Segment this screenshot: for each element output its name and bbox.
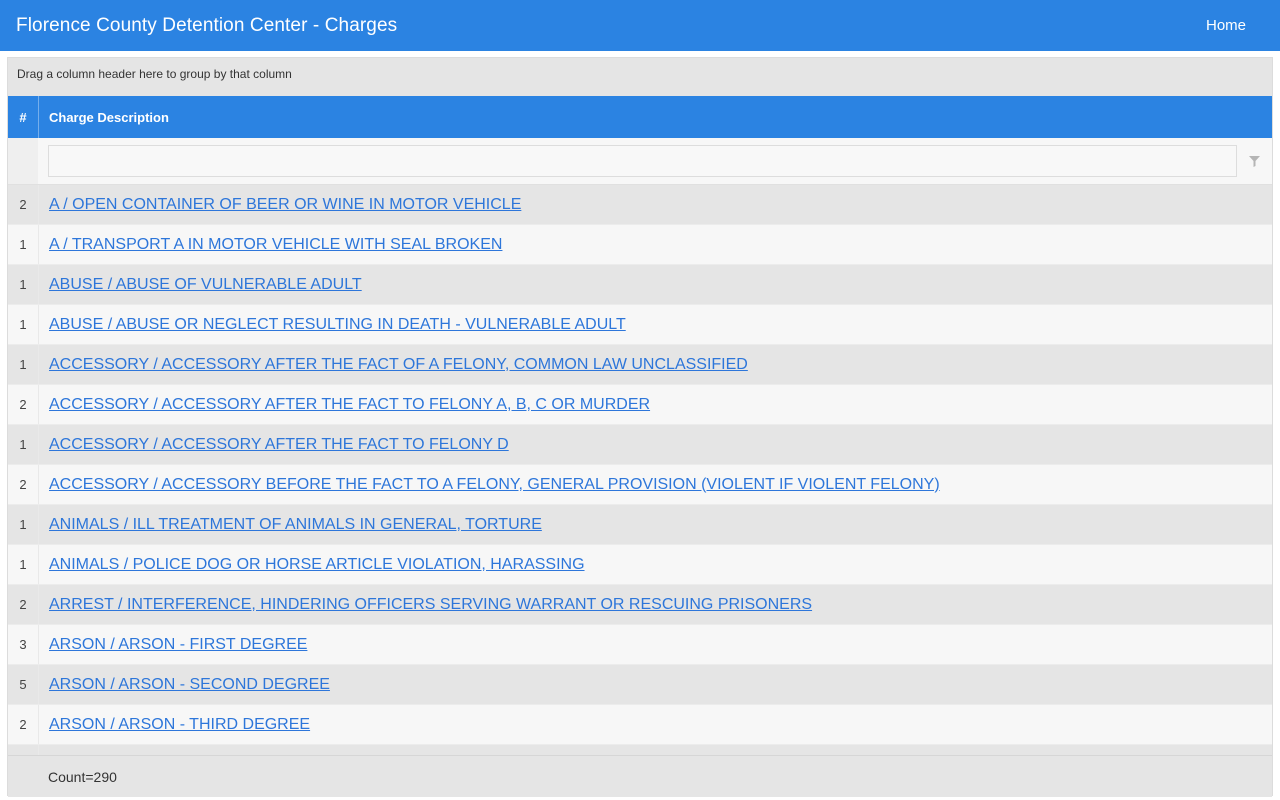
charge-description-link[interactable]: ACCESSORY / ACCESSORY AFTER THE FACT OF … [39, 356, 748, 374]
charge-count-cell: 1 [19, 357, 27, 372]
charge-description-link[interactable]: ARSON / ARSON - SECOND DEGREE [39, 676, 330, 694]
charge-count-cell: 2 [19, 477, 27, 492]
charge-count-cell: 5 [19, 677, 27, 692]
table-row: 2 A / OPEN CONTAINER OF BEER OR WINE IN M… [8, 185, 1272, 225]
charge-count-cell: 1 [19, 557, 27, 572]
charge-description-link[interactable]: A / TRANSPORT A IN MOTOR VEHICLE WITH SE… [39, 236, 502, 254]
charge-count-cell: 2 [19, 197, 27, 212]
charge-count-cell: 1 [19, 317, 27, 332]
charge-description-link[interactable]: ANIMALS / POLICE DOG OR HORSE ARTICLE VI… [39, 556, 585, 574]
charge-count-cell: 3 [19, 637, 27, 652]
charge-count-cell: 1 [19, 237, 27, 252]
charge-count-cell: 2 [19, 717, 27, 732]
grid-footer: Count=290 [8, 755, 1272, 797]
charge-description-link[interactable]: ACCESSORY / ACCESSORY BEFORE THE FACT TO… [39, 476, 940, 494]
charge-description-link[interactable]: ANIMALS / ILL TREATMENT OF ANIMALS IN GE… [39, 516, 542, 534]
table-row: 1 A / TRANSPORT A IN MOTOR VEHICLE WITH S… [8, 225, 1272, 265]
group-panel[interactable]: Drag a column header here to group by th… [8, 58, 1272, 96]
table-row: 1 ANIMALS / ILL TREATMENT OF ANIMALS IN G… [8, 505, 1272, 545]
charge-description-link[interactable]: ARREST / INTERFERENCE, HINDERING OFFICER… [39, 596, 812, 614]
table-row: 2 ACCESSORY / ACCESSORY BEFORE THE FACT T… [8, 465, 1272, 505]
record-count: Count=290 [48, 768, 117, 785]
charge-description-link[interactable]: ABUSE / ABUSE OR NEGLECT RESULTING IN DE… [39, 316, 626, 334]
charge-count-cell: 2 [19, 397, 27, 412]
column-divider [38, 745, 39, 755]
charge-count-cell: 2 [19, 597, 27, 612]
app-title: Florence County Detention Center - Charg… [16, 14, 398, 36]
grid-header-row: # Charge Description [8, 96, 1272, 138]
description-filter-input[interactable] [48, 145, 1237, 177]
table-row: 2 ARSON / ARSON - THIRD DEGREE [8, 705, 1272, 745]
grid-rows: 2 A / OPEN CONTAINER OF BEER OR WINE IN M… [8, 185, 1272, 755]
charge-description-link[interactable]: ARSON / ARSON - THIRD DEGREE [39, 716, 310, 734]
table-row [8, 745, 1272, 755]
charge-count-cell: 1 [19, 277, 27, 292]
charges-grid: Drag a column header here to group by th… [7, 57, 1273, 797]
table-row: 5 ARSON / ARSON - SECOND DEGREE [8, 665, 1272, 705]
charge-description-link[interactable]: ARSON / ARSON - FIRST DEGREE [39, 636, 307, 654]
table-row: 2 ACCESSORY / ACCESSORY AFTER THE FACT TO… [8, 385, 1272, 425]
table-row: 1 ACCESSORY / ACCESSORY AFTER THE FACT OF… [8, 345, 1272, 385]
group-panel-hint: Drag a column header here to group by th… [17, 67, 292, 81]
charge-count-cell: 1 [19, 437, 27, 452]
column-header-description[interactable]: Charge Description [39, 110, 1272, 125]
charge-count-cell: 1 [19, 517, 27, 532]
charge-description-link[interactable]: A / OPEN CONTAINER OF BEER OR WINE IN MO… [39, 196, 521, 214]
filter-row [8, 138, 1272, 185]
charge-description-link[interactable]: ACCESSORY / ACCESSORY AFTER THE FACT TO … [39, 396, 650, 414]
charge-description-link[interactable]: ACCESSORY / ACCESSORY AFTER THE FACT TO … [39, 436, 509, 454]
charge-description-link[interactable]: ABUSE / ABUSE OF VULNERABLE ADULT [39, 276, 362, 294]
top-navbar: Florence County Detention Center - Charg… [0, 0, 1280, 51]
column-header-count[interactable]: # [8, 110, 38, 125]
table-row: 1 ANIMALS / POLICE DOG OR HORSE ARTICLE V… [8, 545, 1272, 585]
table-row: 1 ABUSE / ABUSE OR NEGLECT RESULTING IN D… [8, 305, 1272, 345]
filter-cell-count [8, 138, 38, 184]
table-row: 1 ABUSE / ABUSE OF VULNERABLE ADULT [8, 265, 1272, 305]
table-row: 3 ARSON / ARSON - FIRST DEGREE [8, 625, 1272, 665]
home-link[interactable]: Home [1206, 17, 1246, 34]
filter-icon[interactable] [1249, 155, 1260, 167]
table-row: 2 ARREST / INTERFERENCE, HINDERING OFFICE… [8, 585, 1272, 625]
table-row: 1 ACCESSORY / ACCESSORY AFTER THE FACT TO… [8, 425, 1272, 465]
